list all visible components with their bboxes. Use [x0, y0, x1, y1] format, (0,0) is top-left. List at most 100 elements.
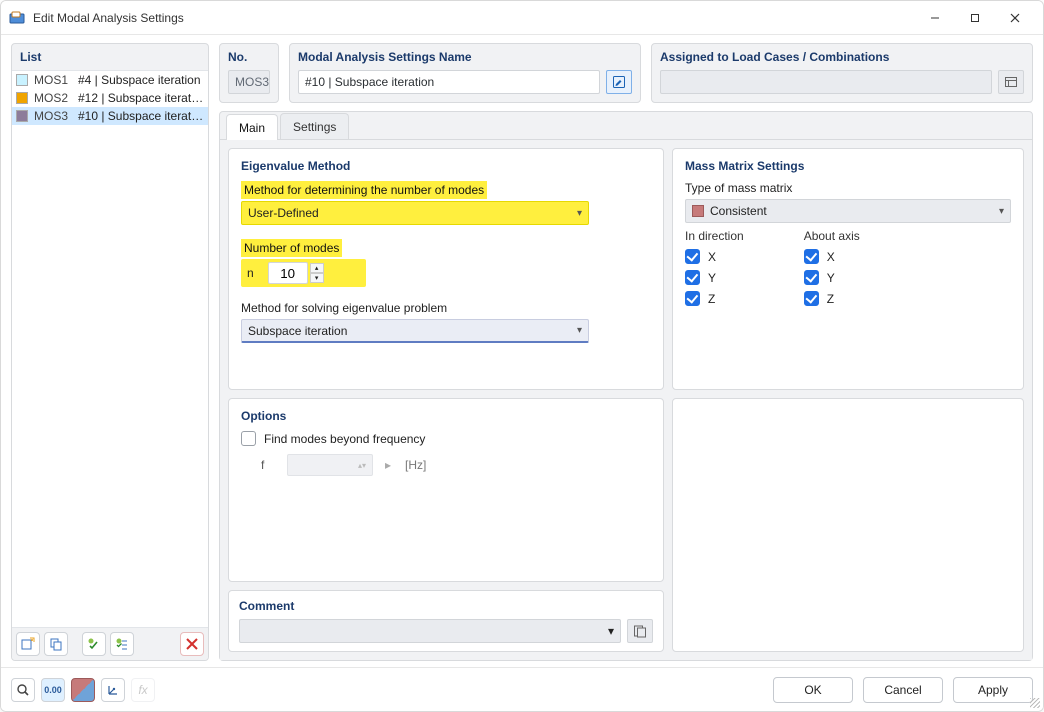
mass-title: Mass Matrix Settings [685, 159, 1011, 173]
axes-button[interactable] [101, 678, 125, 702]
dir-y-label: Y [708, 271, 716, 285]
list-code: MOS2 [34, 91, 72, 105]
find-modes-checkbox-row: Find modes beyond frequency [241, 431, 651, 446]
comment-browse-button[interactable] [627, 619, 653, 643]
dir-z-label: Z [708, 292, 715, 306]
f-label: f [261, 458, 279, 472]
mass-section: Mass Matrix Settings Type of mass matrix… [672, 148, 1024, 390]
dir-x-label: X [708, 250, 716, 264]
edit-name-button[interactable] [606, 70, 632, 94]
comment-label: Comment [239, 599, 653, 613]
axis-header: About axis [804, 229, 860, 243]
method-select[interactable]: User-Defined ▾ [241, 201, 589, 225]
find-modes-label: Find modes beyond frequency [264, 432, 425, 446]
axis-x-label: X [827, 250, 835, 264]
comment-select[interactable]: ▾ [239, 619, 621, 643]
hz-label: [Hz] [405, 458, 426, 472]
assign-label: Assigned to Load Cases / Combinations [660, 50, 1024, 64]
tab-main[interactable]: Main [226, 114, 278, 140]
name-input[interactable]: #10 | Subspace iteration [298, 70, 600, 94]
empty-panel [672, 398, 1024, 652]
list-desc: #10 | Subspace iteration [78, 109, 204, 123]
method-label: Method for determining the number of mod… [241, 181, 487, 199]
dir-x-checkbox[interactable] [685, 249, 700, 264]
search-button[interactable] [11, 678, 35, 702]
dir-y-checkbox[interactable] [685, 270, 700, 285]
chevron-down-icon: ▾ [999, 206, 1004, 217]
copy-item-button[interactable] [44, 632, 68, 656]
comment-section: Comment ▾ [228, 590, 664, 652]
footer: 0.00 fx OK Cancel Apply [1, 667, 1043, 711]
list-panel: List MOS1 #4 | Subspace iteration MOS2 #… [11, 43, 209, 661]
assign-card: Assigned to Load Cases / Combinations [651, 43, 1033, 103]
f-input: ▴▾ [287, 454, 373, 476]
n-step-down[interactable]: ▾ [310, 273, 324, 283]
assign-input[interactable] [660, 70, 992, 94]
list-desc: #12 | Subspace iteration [78, 91, 204, 105]
axis-x-checkbox[interactable] [804, 249, 819, 264]
tab-strip: Main Settings [220, 112, 1032, 140]
chevron-down-icon: ▾ [577, 208, 582, 219]
precision-button[interactable]: 0.00 [41, 678, 65, 702]
options-title: Options [241, 409, 651, 423]
assign-browse-button[interactable] [998, 70, 1024, 94]
num-modes-field: n ▴ ▾ [241, 259, 366, 287]
cancel-button[interactable]: Cancel [863, 677, 943, 703]
name-card: Modal Analysis Settings Name #10 | Subsp… [289, 43, 641, 103]
window-title: Edit Modal Analysis Settings [33, 11, 915, 25]
find-modes-checkbox[interactable] [241, 431, 256, 446]
method-value: User-Defined [248, 206, 319, 220]
options-section: Options Find modes beyond frequency f ▴▾ [228, 398, 664, 582]
list-desc: #4 | Subspace iteration [78, 73, 204, 87]
mass-type-select[interactable]: Consistent ▾ [685, 199, 1011, 223]
solve-value: Subspace iteration [248, 324, 347, 338]
app-icon [9, 10, 25, 26]
list-toolbar [12, 627, 208, 660]
fx-button: fx [131, 678, 155, 702]
solve-label: Method for solving eigenvalue problem [241, 301, 651, 315]
n-step-up[interactable]: ▴ [310, 263, 324, 273]
list-swatch [16, 110, 28, 122]
n-input[interactable] [268, 262, 308, 284]
new-item-button[interactable] [16, 632, 40, 656]
list-swatch [16, 74, 28, 86]
list-item[interactable]: MOS2 #12 | Subspace iteration [12, 89, 208, 107]
no-label: No. [228, 50, 270, 64]
axis-y-label: Y [827, 271, 835, 285]
color-toggle-button[interactable] [71, 678, 95, 702]
n-label: n [247, 266, 254, 280]
name-label: Modal Analysis Settings Name [298, 50, 632, 64]
axis-z-checkbox[interactable] [804, 291, 819, 306]
chevron-down-icon: ▾ [577, 325, 582, 336]
apply-button[interactable]: Apply [953, 677, 1033, 703]
resize-grip[interactable] [1030, 698, 1040, 708]
no-value: MOS3 [228, 70, 270, 94]
delete-item-button[interactable] [180, 632, 204, 656]
list-item[interactable]: MOS1 #4 | Subspace iteration [12, 71, 208, 89]
list[interactable]: MOS1 #4 | Subspace iteration MOS2 #12 | … [12, 70, 208, 627]
eigen-title: Eigenvalue Method [241, 159, 651, 173]
maximize-button[interactable] [955, 1, 995, 35]
list-item[interactable]: MOS3 #10 | Subspace iteration [12, 107, 208, 125]
dir-z-checkbox[interactable] [685, 291, 700, 306]
axis-y-checkbox[interactable] [804, 270, 819, 285]
check-all-button[interactable] [110, 632, 134, 656]
list-swatch [16, 92, 28, 104]
list-header: List [12, 44, 208, 70]
mass-type-label: Type of mass matrix [685, 181, 1011, 195]
eigen-section: Eigenvalue Method Method for determining… [228, 148, 664, 390]
include-button[interactable] [82, 632, 106, 656]
titlebar: Edit Modal Analysis Settings [1, 1, 1043, 35]
close-button[interactable] [995, 1, 1035, 35]
axis-z-label: Z [827, 292, 834, 306]
minimize-button[interactable] [915, 1, 955, 35]
tab-settings[interactable]: Settings [280, 113, 349, 139]
num-modes-label: Number of modes [241, 239, 342, 257]
f-arrow-icon: ▸ [385, 458, 391, 472]
mass-swatch [692, 205, 704, 217]
tabs-card: Main Settings Eigenvalue Method Method f… [219, 111, 1033, 661]
chevron-down-icon: ▾ [608, 624, 614, 638]
ok-button[interactable]: OK [773, 677, 853, 703]
direction-header: In direction [685, 229, 744, 243]
solve-select[interactable]: Subspace iteration ▾ [241, 319, 589, 343]
